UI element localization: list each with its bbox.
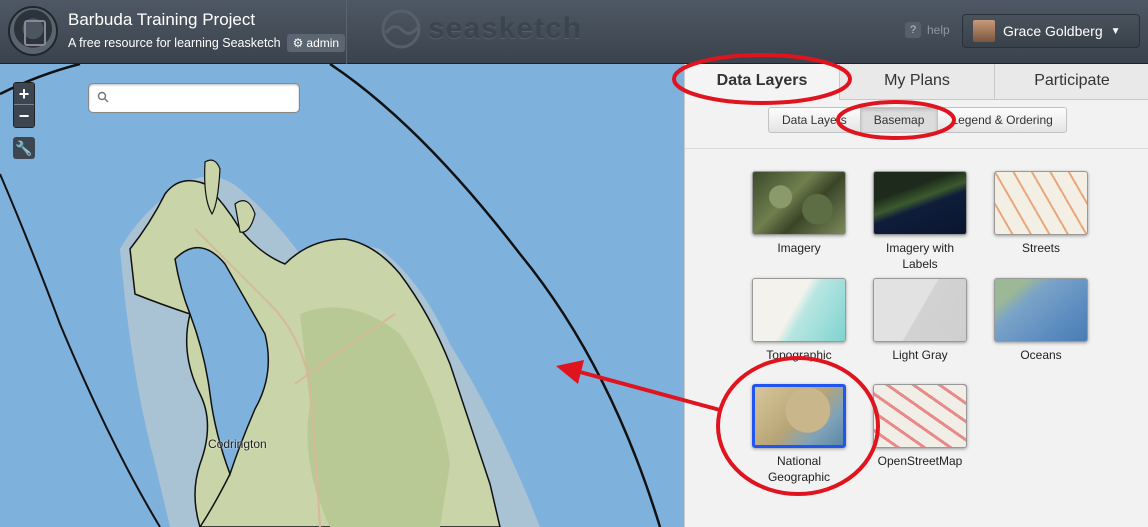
panel-divider — [685, 148, 1148, 149]
wrench-tool-button[interactable]: 🔧 — [13, 137, 35, 159]
search-input[interactable] — [113, 89, 293, 107]
zoom-out-button[interactable]: − — [14, 105, 34, 127]
gear-icon: ⚙ — [292, 36, 304, 50]
project-title[interactable]: Barbuda Training Project — [68, 10, 255, 30]
basemap-imagery[interactable]: Imagery — [749, 171, 849, 256]
admin-label: admin — [306, 36, 340, 50]
top-bar: Barbuda Training Project A free resource… — [0, 0, 1148, 64]
help-label: help — [927, 23, 950, 37]
basemap-label: OpenStreetMap — [877, 454, 963, 468]
avatar — [973, 20, 995, 42]
help-link[interactable]: ? help — [905, 22, 950, 38]
basemap-thumbnail — [873, 171, 967, 235]
zoom-control: + − — [13, 82, 35, 128]
basemap-label: National Geographic — [767, 454, 831, 484]
basemap-topographic[interactable]: Topographic — [749, 278, 849, 363]
basemap-thumbnail — [752, 278, 846, 342]
zoom-in-button[interactable]: + — [14, 83, 34, 105]
sub-tabs: Data Layers Basemap Legend & Ordering — [768, 107, 1067, 133]
basemap-thumbnail — [994, 278, 1088, 342]
search-icon — [97, 91, 109, 103]
layers-panel: Data Layers My Plans Participate Data La… — [684, 64, 1148, 527]
brand-wordmark: seasketch — [428, 12, 583, 45]
basemap-thumbnail — [752, 171, 846, 235]
tab-participate[interactable]: Participate — [994, 64, 1148, 99]
header-divider — [346, 0, 347, 64]
subtab-basemap[interactable]: Basemap — [859, 107, 939, 133]
subtab-data-layers[interactable]: Data Layers — [768, 107, 861, 133]
basemap-label: Oceans — [1020, 348, 1062, 362]
help-icon: ? — [905, 22, 921, 38]
wrench-icon: 🔧 — [15, 140, 33, 156]
project-subtitle-row: A free resource for learning Seasketch ⚙… — [68, 34, 346, 52]
basemap-oceans[interactable]: Oceans — [991, 278, 1091, 363]
project-subtitle: A free resource for learning Seasketch — [68, 36, 281, 50]
basemap-label: Imagery — [777, 241, 821, 255]
basemap-openstreetmap[interactable]: OpenStreetMap — [870, 384, 970, 469]
seasketch-logo[interactable]: seasketch — [380, 8, 582, 50]
basemap-light-gray[interactable]: Light Gray — [870, 278, 970, 363]
user-menu-button[interactable]: Grace Goldberg ▼ — [962, 14, 1140, 48]
basemap-national-geographic[interactable]: National Geographic — [749, 384, 849, 485]
project-logo[interactable] — [8, 6, 58, 56]
user-name: Grace Goldberg — [1003, 23, 1103, 39]
basemap-label: Imagery with Labels — [885, 241, 955, 271]
basemap-label: Light Gray — [892, 348, 948, 362]
tab-data-layers[interactable]: Data Layers — [685, 64, 839, 101]
basemap-imagery-with-labels[interactable]: Imagery with Labels — [870, 171, 970, 272]
basemap-label: Streets — [1021, 241, 1060, 255]
basemap-streets[interactable]: Streets — [991, 171, 1091, 256]
map-search — [88, 83, 300, 113]
basemap-thumbnail — [873, 384, 967, 448]
admin-button[interactable]: ⚙ admin — [286, 34, 346, 52]
seasketch-wave-icon — [381, 9, 421, 49]
map-canvas[interactable] — [0, 64, 684, 527]
subtab-legend-ordering[interactable]: Legend & Ordering — [937, 107, 1067, 133]
caret-down-icon: ▼ — [1110, 25, 1121, 37]
app-window: Barbuda Training Project A free resource… — [0, 0, 1148, 527]
place-label-codrington: Codrington — [208, 437, 267, 451]
basemap-thumbnail — [873, 278, 967, 342]
basemap-thumbnail-selected — [752, 384, 846, 448]
tab-my-plans[interactable]: My Plans — [839, 64, 994, 99]
panel-tabs: Data Layers My Plans Participate — [685, 64, 1148, 101]
basemap-label: Topographic — [766, 348, 832, 362]
basemap-thumbnail — [994, 171, 1088, 235]
